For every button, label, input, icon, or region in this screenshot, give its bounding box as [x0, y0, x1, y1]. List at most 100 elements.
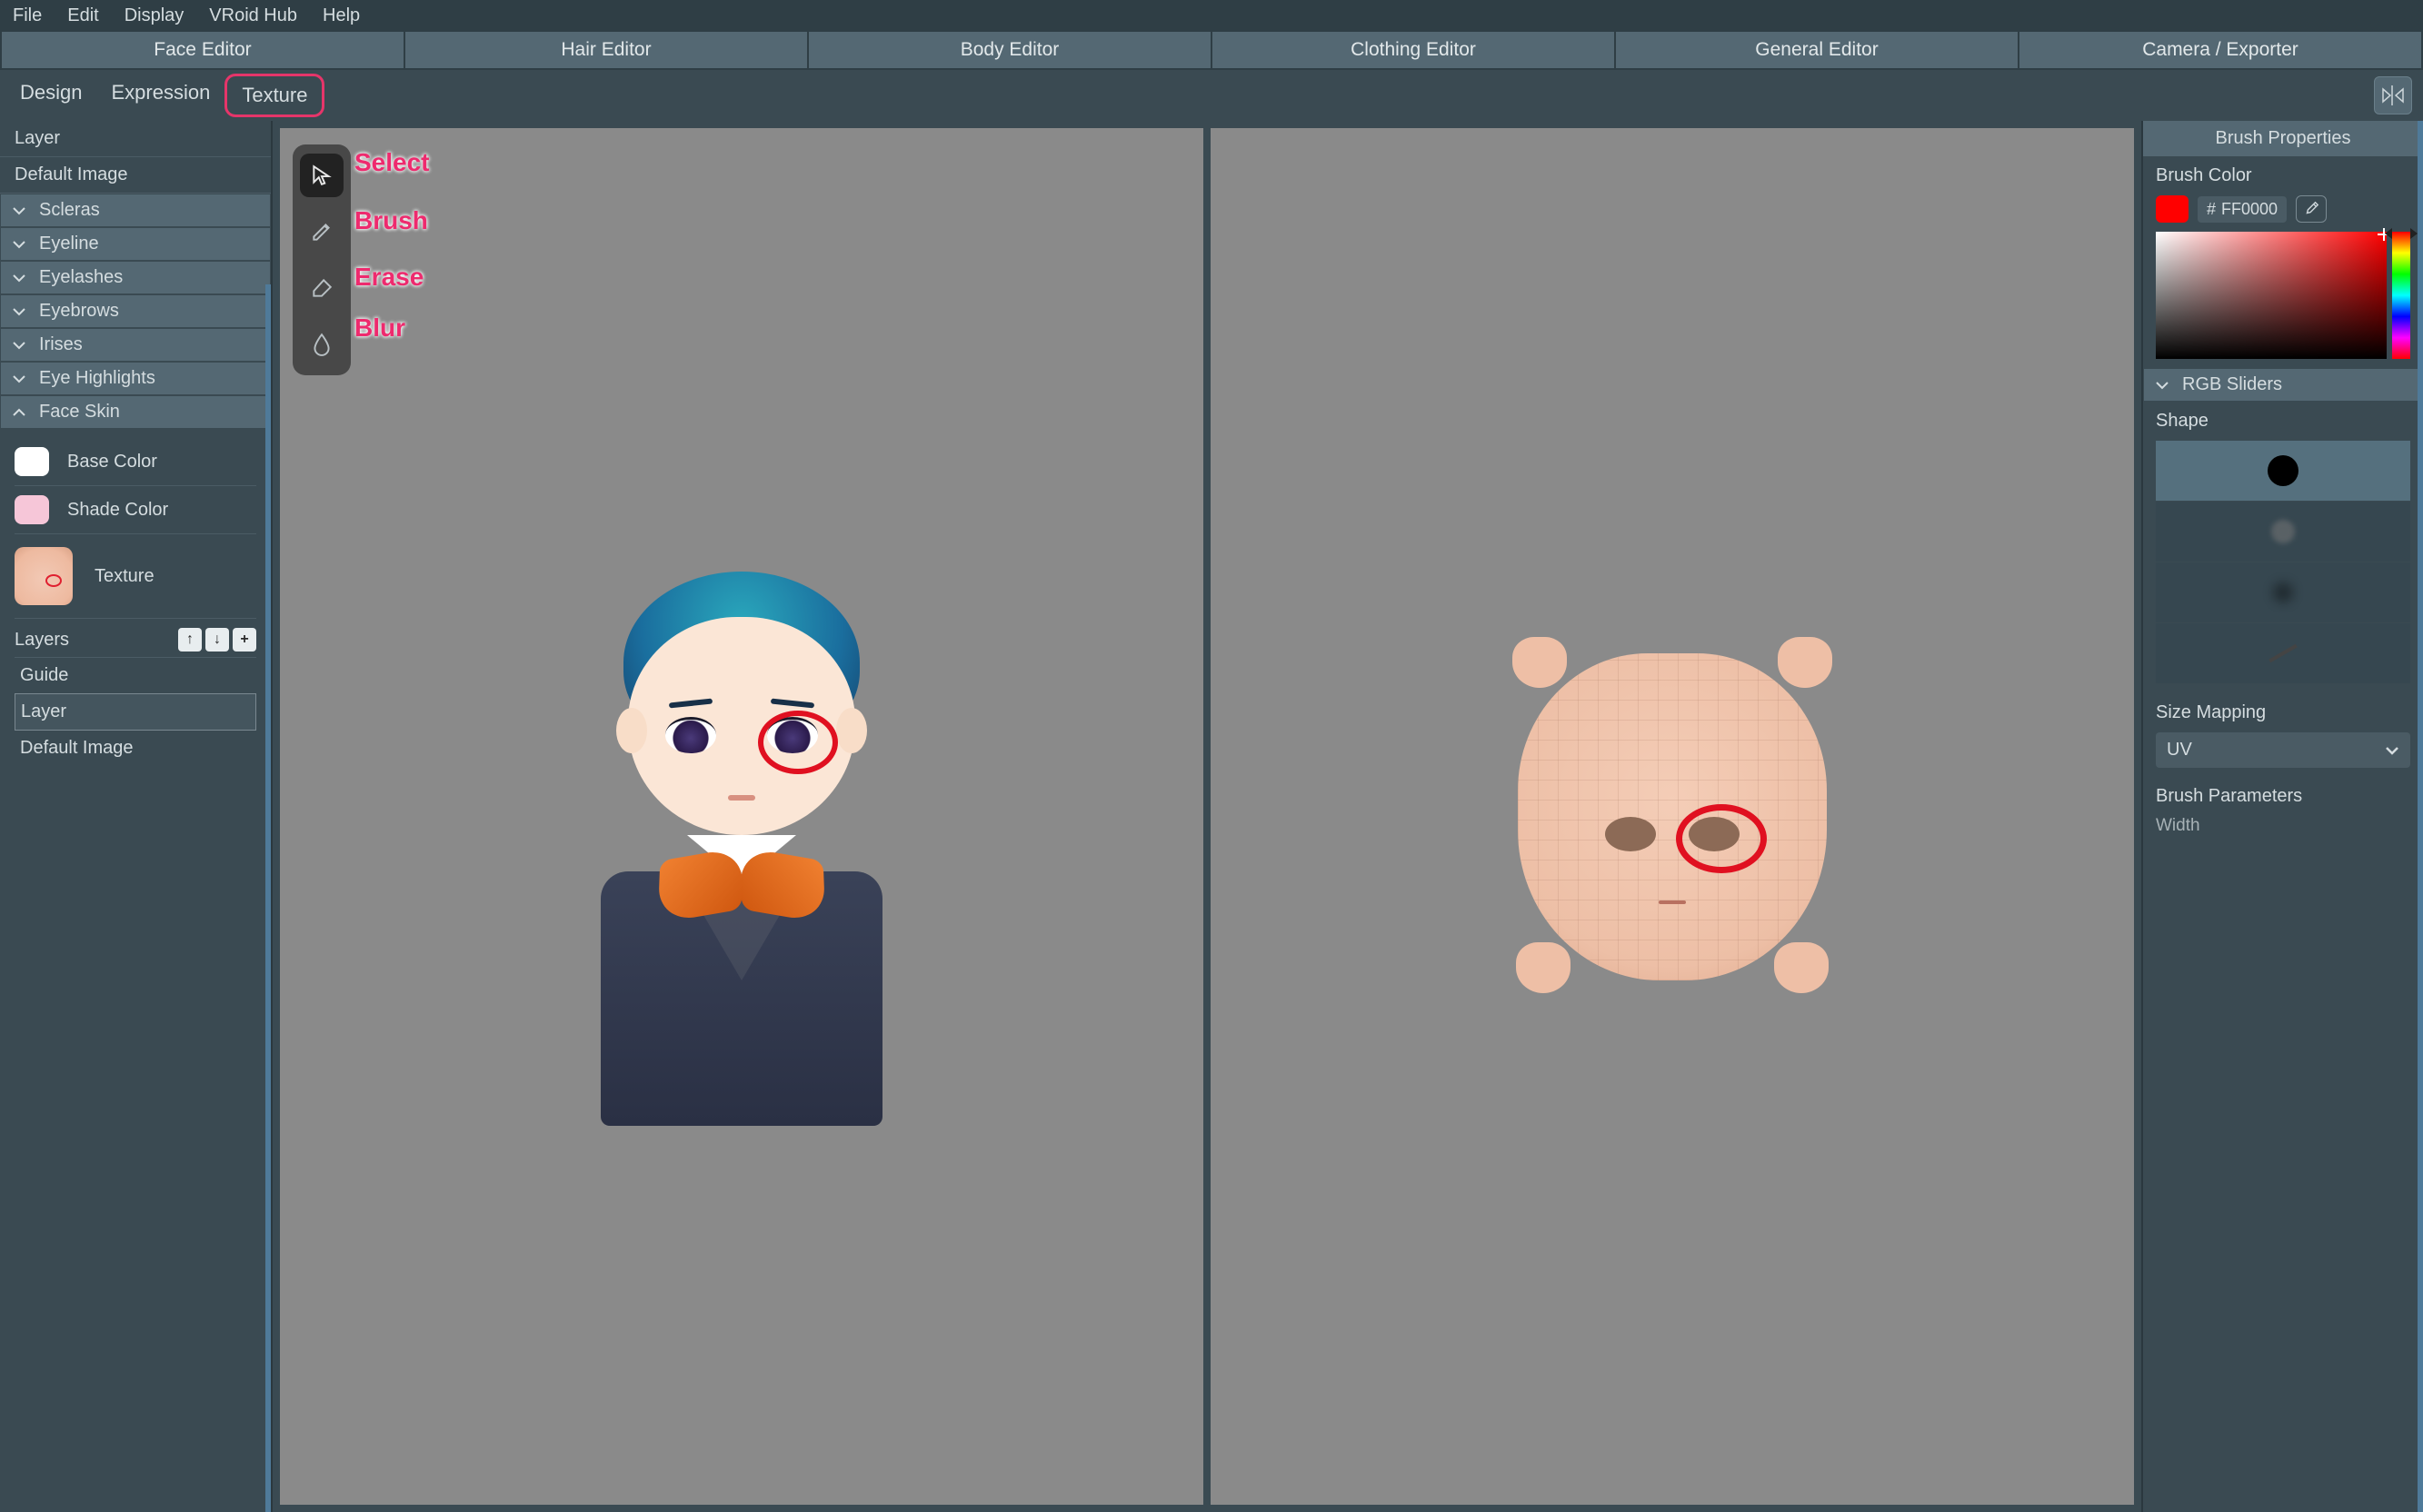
pencil-icon: [310, 220, 334, 244]
shape-soft-round-2[interactable]: [2156, 562, 2410, 622]
size-mapping-value: UV: [2167, 740, 2192, 761]
editor-tabs: Face Editor Hair Editor Body Editor Clot…: [0, 32, 2423, 70]
tab-body-editor[interactable]: Body Editor: [809, 32, 1211, 68]
brush-color-label: Brush Color: [2156, 165, 2410, 186]
shade-color-row[interactable]: Shade Color: [15, 486, 256, 534]
character-preview: [596, 562, 887, 1126]
category-label: Face Skin: [39, 402, 120, 423]
brush-parameters-label: Brush Parameters: [2156, 786, 2410, 807]
layers-label: Layers: [15, 630, 69, 651]
layer-item-layer[interactable]: Layer: [15, 693, 256, 731]
arrow-up-icon: ↑: [186, 632, 194, 648]
chevron-up-icon: [12, 407, 28, 418]
chevron-down-icon: [12, 306, 28, 317]
viewport-3d[interactable]: Select Brush Erase Blur: [280, 128, 1203, 1505]
right-scrollbar[interactable]: [2418, 121, 2423, 1512]
eyedropper-button[interactable]: [2296, 195, 2327, 223]
cursor-icon: [310, 164, 334, 187]
texture-row[interactable]: Texture: [15, 534, 256, 619]
annotation-brush: Brush: [354, 206, 428, 235]
uv-face-texture: [1518, 653, 1827, 980]
category-scleras[interactable]: Scleras: [0, 194, 271, 227]
tab-face-editor[interactable]: Face Editor: [2, 32, 404, 68]
layer-item-default-image[interactable]: Default Image: [15, 731, 256, 766]
tool-brush[interactable]: [300, 210, 344, 254]
layer-move-up-button[interactable]: ↑: [178, 628, 202, 652]
tool-select[interactable]: [300, 154, 344, 197]
category-irises[interactable]: Irises: [0, 328, 271, 362]
layer-move-down-button[interactable]: ↓: [205, 628, 229, 652]
hex-input[interactable]: # FF0000: [2198, 196, 2287, 223]
chevron-down-icon: [12, 373, 28, 384]
size-mapping-label: Size Mapping: [2156, 702, 2410, 723]
center-viewports: Select Brush Erase Blur: [273, 121, 2141, 1512]
menu-vroidhub[interactable]: VRoid Hub: [209, 5, 297, 26]
rgb-sliders-label: RGB Sliders: [2182, 374, 2282, 395]
tool-blur[interactable]: [300, 323, 344, 366]
category-eyeline[interactable]: Eyeline: [0, 227, 271, 261]
hex-value: FF0000: [2221, 200, 2278, 219]
chevron-down-icon: [2155, 380, 2171, 391]
rgb-sliders-toggle[interactable]: RGB Sliders: [2143, 368, 2423, 402]
category-eyebrows[interactable]: Eyebrows: [0, 294, 271, 328]
shape-hard-round[interactable]: [2156, 441, 2410, 501]
subtabs-row: Design Expression Texture: [0, 70, 2423, 121]
hue-slider[interactable]: [2392, 232, 2410, 359]
tab-hair-editor[interactable]: Hair Editor: [405, 32, 807, 68]
plus-icon: +: [240, 632, 248, 648]
hex-prefix: #: [2207, 200, 2216, 219]
base-color-row[interactable]: Base Color: [15, 438, 256, 486]
tab-camera-exporter[interactable]: Camera / Exporter: [2019, 32, 2421, 68]
menu-edit[interactable]: Edit: [67, 5, 98, 26]
menu-help[interactable]: Help: [323, 5, 360, 26]
menubar: File Edit Display VRoid Hub Help: [0, 0, 2423, 32]
size-mapping-select[interactable]: UV: [2156, 732, 2410, 768]
face-skin-content: Base Color Shade Color Texture Layers ↑ …: [0, 429, 271, 775]
chevron-down-icon: [12, 205, 28, 216]
left-layer-header[interactable]: Layer: [0, 121, 271, 157]
right-panel: Brush Properties Brush Color # FF0000: [2141, 121, 2423, 1512]
hue-marker-right: [2410, 228, 2418, 239]
tab-clothing-editor[interactable]: Clothing Editor: [1212, 32, 1614, 68]
category-eye-highlights[interactable]: Eye Highlights: [0, 362, 271, 395]
shape-line[interactable]: [2156, 623, 2410, 683]
shape-label: Shape: [2156, 411, 2410, 432]
droplet-icon: [312, 333, 332, 356]
mirror-button[interactable]: [2374, 76, 2412, 114]
left-scrollbar[interactable]: [265, 284, 271, 1512]
shade-color-label: Shade Color: [67, 500, 168, 521]
category-face-skin[interactable]: Face Skin: [0, 395, 271, 429]
shade-color-swatch[interactable]: [15, 495, 49, 524]
subtab-design[interactable]: Design: [5, 74, 96, 117]
arrow-down-icon: ↓: [214, 632, 221, 648]
brush-properties-title: Brush Properties: [2143, 121, 2423, 156]
subtab-texture[interactable]: Texture: [224, 74, 324, 117]
category-label: Scleras: [39, 200, 100, 221]
brush-color-swatch[interactable]: [2156, 195, 2189, 223]
texture-label: Texture: [95, 566, 155, 587]
tab-general-editor[interactable]: General Editor: [1616, 32, 2018, 68]
chevron-down-icon: [12, 273, 28, 284]
left-default-image-header[interactable]: Default Image: [0, 157, 271, 194]
texture-thumbnail[interactable]: [15, 547, 73, 605]
viewport-uv[interactable]: [1211, 128, 2134, 1505]
annotation-select: Select: [354, 148, 430, 177]
base-color-swatch[interactable]: [15, 447, 49, 476]
subtab-expression[interactable]: Expression: [96, 74, 224, 117]
chevron-down-icon: [2385, 745, 2399, 756]
tool-erase[interactable]: [300, 266, 344, 310]
annotation-erase: Erase: [354, 263, 424, 292]
layer-add-button[interactable]: +: [233, 628, 256, 652]
width-label: Width: [2156, 816, 2200, 836]
layer-item-guide[interactable]: Guide: [15, 658, 256, 693]
shape-soft-round-1[interactable]: [2156, 502, 2410, 562]
menu-display[interactable]: Display: [125, 5, 184, 26]
category-label: Eyelashes: [39, 267, 123, 288]
chevron-down-icon: [12, 340, 28, 351]
brush-shape-list: [2156, 441, 2410, 684]
category-label: Eyeline: [39, 234, 99, 254]
color-sv-picker[interactable]: [2156, 232, 2387, 359]
mirror-icon: [2381, 85, 2405, 105]
menu-file[interactable]: File: [13, 5, 42, 26]
category-eyelashes[interactable]: Eyelashes: [0, 261, 271, 294]
